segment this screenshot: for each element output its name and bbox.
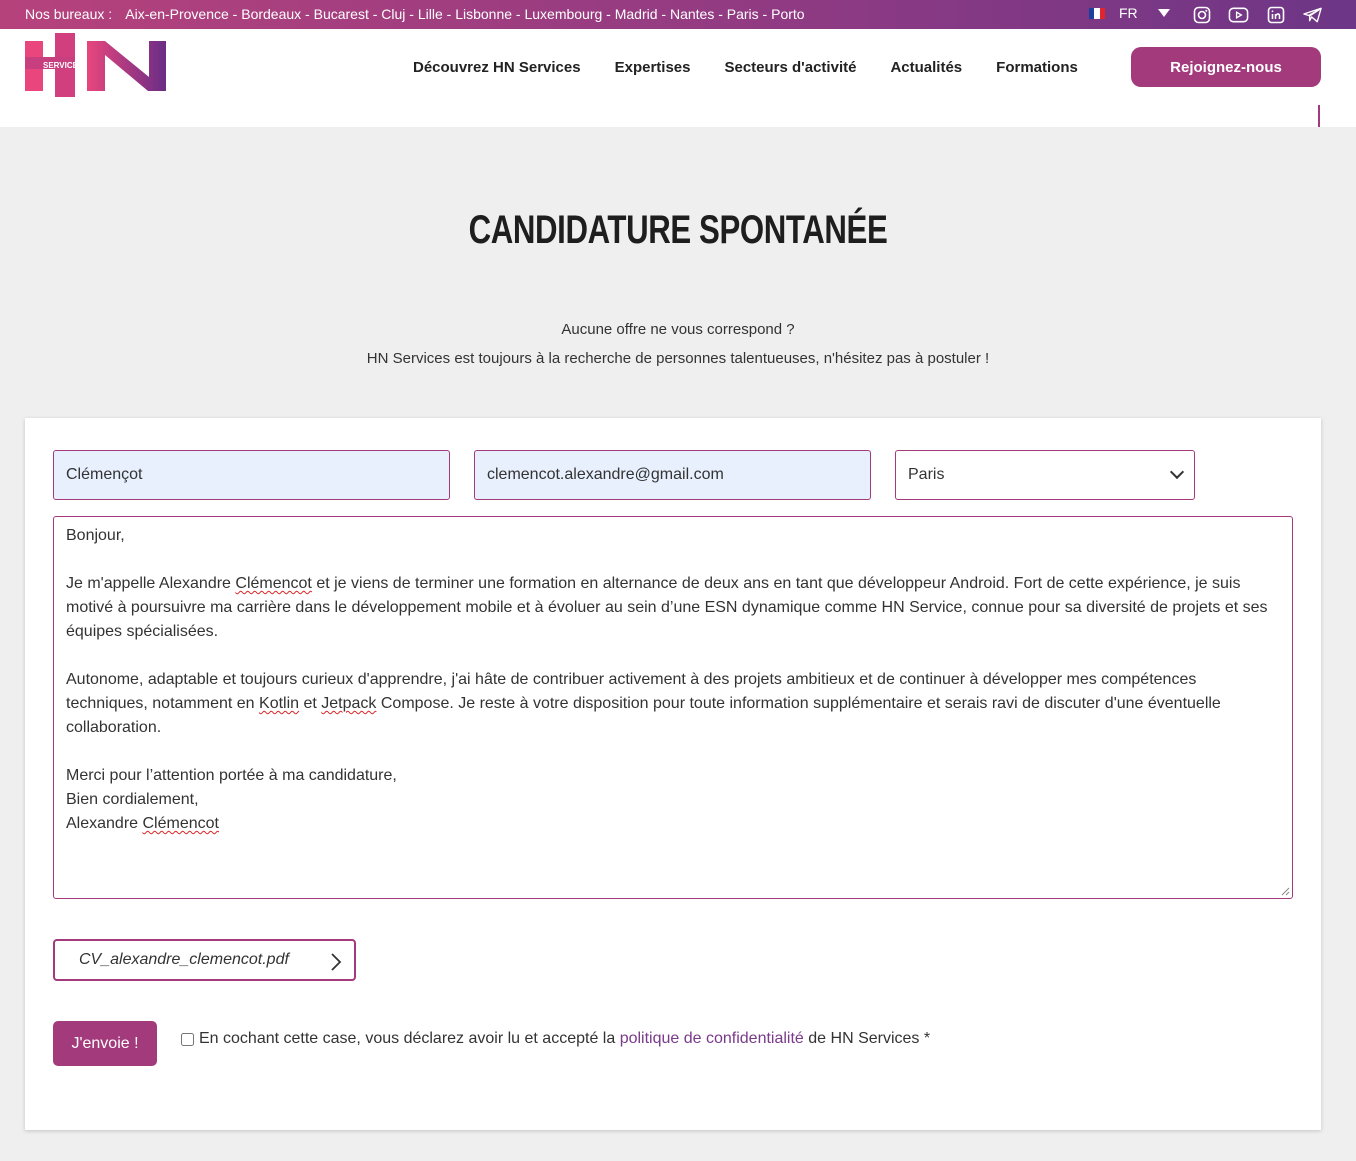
main-nav: Découvrez HN Services Expertises Secteur…: [413, 59, 1112, 76]
message-paragraph-1: Je m'appelle Alexandre Clémencot et je v…: [66, 575, 1268, 640]
application-form: Clémençot clemencot.alexandre@gmail.com …: [25, 418, 1321, 1130]
linkedin-icon[interactable]: [1265, 5, 1286, 24]
main-header: SERVICES Découvrez HN Services Expertise…: [0, 29, 1356, 105]
message-greeting: Bonjour,: [66, 527, 125, 544]
offices-cities: Aix-en-Provence - Bordeaux - Bucarest - …: [125, 6, 805, 22]
spellcheck-word: Jetpack: [321, 695, 377, 712]
nav-expertises[interactable]: Expertises: [615, 59, 691, 76]
chevron-down-icon: [1169, 464, 1185, 480]
submit-button[interactable]: J'envoie !: [53, 1021, 157, 1066]
join-us-button[interactable]: Rejoignez-nous: [1131, 47, 1321, 87]
header-strip: [0, 105, 1356, 127]
top-bar: Nos bureaux : Aix-en-Provence - Bordeaux…: [0, 0, 1356, 29]
social-links: [1191, 5, 1323, 24]
cv-upload-button[interactable]: CV_alexandre_clemencot.pdf: [53, 939, 356, 981]
offices-label: Nos bureaux :: [25, 6, 113, 22]
nav-decouvrez[interactable]: Découvrez HN Services: [413, 59, 581, 76]
consent-text: En cochant cette case, vous déclarez avo…: [199, 1030, 931, 1047]
caret-down-icon: [1157, 9, 1170, 17]
city-select[interactable]: Paris: [895, 450, 1195, 500]
subtitle-line-1: Aucune offre ne vous correspond ?: [561, 321, 795, 338]
message-paragraph-2: Autonome, adaptable et toujours curieux …: [66, 671, 1221, 736]
spellcheck-word: Clémencot: [142, 815, 219, 832]
file-name: CV_alexandre_clemencot.pdf: [79, 951, 289, 968]
offices-list: Nos bureaux : Aix-en-Provence - Bordeaux…: [25, 6, 805, 22]
nav-formations[interactable]: Formations: [996, 59, 1078, 76]
consent-checkbox[interactable]: [181, 1032, 194, 1046]
email-field[interactable]: clemencot.alexandre@gmail.com: [474, 450, 871, 500]
page-subtitle: Aucune offre ne vous correspond ? HN Ser…: [0, 315, 1356, 373]
language-selector[interactable]: FR: [1089, 5, 1170, 21]
email-value: clemencot.alexandre@gmail.com: [487, 466, 724, 483]
spellcheck-word: Kotlin: [259, 695, 300, 712]
page-title: CANDIDATURE SPONTANÉE: [468, 208, 888, 252]
message-textarea[interactable]: Bonjour, Je m'appelle Alexandre Clémenco…: [53, 516, 1293, 899]
consent-checkbox-row: En cochant cette case, vous déclarez avo…: [181, 1030, 930, 1048]
closing-line-1: Merci pour l’attention portée à ma candi…: [66, 767, 397, 784]
telegram-icon[interactable]: [1302, 5, 1323, 24]
city-value: Paris: [908, 466, 945, 483]
name-value: Clémençot: [66, 466, 143, 483]
spellcheck-word: Clémencot: [235, 575, 312, 592]
youtube-icon[interactable]: [1228, 5, 1249, 24]
closing-line-2: Bien cordialement,: [66, 791, 199, 808]
hn-services-logo[interactable]: SERVICES: [25, 33, 166, 97]
svg-text:SERVICES: SERVICES: [43, 61, 84, 70]
accent-line: [1318, 105, 1320, 127]
instagram-icon[interactable]: [1191, 5, 1212, 24]
signature: Alexandre Clémencot: [66, 815, 219, 832]
message-closing: Merci pour l’attention portée à ma candi…: [66, 764, 1280, 836]
privacy-policy-link[interactable]: politique de confidentialité: [620, 1030, 804, 1047]
language-code: FR: [1119, 5, 1138, 21]
chevron-right-icon: [331, 953, 342, 971]
name-field[interactable]: Clémençot: [53, 450, 450, 500]
subtitle-line-2: HN Services est toujours à la recherche …: [366, 350, 990, 367]
nav-secteurs[interactable]: Secteurs d'activité: [724, 59, 856, 76]
nav-actualites[interactable]: Actualités: [890, 59, 962, 76]
french-flag-icon: [1089, 7, 1105, 19]
resize-handle-icon[interactable]: [1280, 886, 1290, 896]
